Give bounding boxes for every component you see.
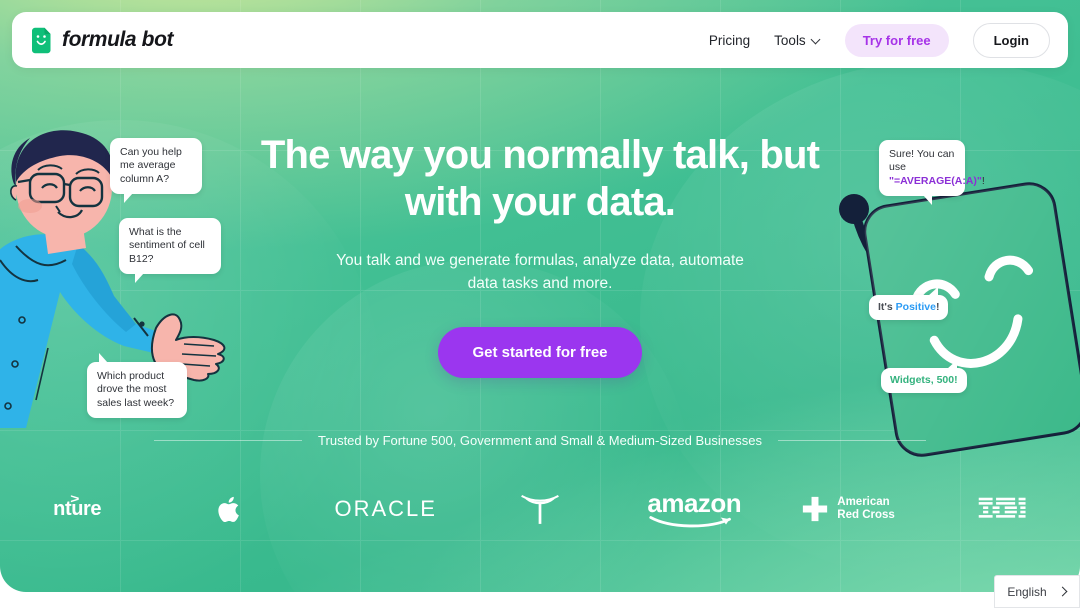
speech-bubble-answer-2: It's Positive! — [869, 287, 949, 321]
red-cross-line2: Red Cross — [837, 509, 895, 521]
hero-section: formula bot Pricing Tools Try for free L… — [0, 0, 1080, 592]
login-button[interactable]: Login — [972, 22, 1050, 58]
page-title: The way you normally talk, but with your… — [260, 133, 820, 225]
apple-logo — [154, 482, 308, 536]
bubble-text-prefix: It's — [878, 301, 896, 313]
bubble-tail — [124, 193, 133, 204]
bubble-tail — [923, 195, 932, 206]
divider-left — [154, 440, 303, 441]
accenture-logo: > nture — [0, 482, 154, 536]
top-navbar: formula bot Pricing Tools Try for free L… — [12, 12, 1068, 68]
bubble-text-prefix: Sure! You can use — [889, 148, 955, 174]
trust-banner: Trusted by Fortune 500, Government and S… — [0, 433, 1080, 448]
brand-logo[interactable]: formula bot — [30, 27, 173, 54]
bubble-text-suffix: ! — [981, 174, 985, 187]
bubble-highlight-text: Positive — [895, 301, 936, 313]
nav-link-tools-label: Tools — [774, 32, 806, 48]
language-label: English — [1007, 584, 1047, 599]
chevron-down-icon — [812, 36, 821, 45]
american-red-cross-logo: American Red Cross — [771, 482, 925, 536]
speech-bubble-answer-3: Widgets, 500! — [881, 360, 967, 394]
nav-menu-tools[interactable]: Tools — [774, 33, 821, 48]
divider-right — [777, 440, 926, 441]
nav-link-pricing[interactable]: Pricing — [709, 33, 750, 48]
brand-name: formula bot — [62, 28, 174, 51]
try-for-free-button[interactable]: Try for free — [844, 23, 949, 57]
oracle-wordmark: ORACLE — [334, 496, 437, 521]
speech-bubble-question-2: What is the sentiment of cell B12? — [119, 218, 221, 284]
language-selector[interactable]: English — [994, 575, 1080, 608]
amazon-logo: amazon — [617, 482, 771, 536]
hero-subtitle: You talk and we generate formulas, analy… — [336, 252, 744, 292]
bubble-tail — [946, 360, 957, 369]
bubble-formula-text: "=AVERAGE(A:A)" — [889, 174, 982, 187]
amazon-wordmark: amazon — [647, 488, 742, 518]
trust-text: Trusted by Fortune 500, Government and S… — [318, 433, 762, 448]
ibm-logo — [926, 482, 1080, 536]
bubble-tail — [99, 353, 108, 363]
sheet-smiley-logo-icon — [30, 27, 52, 54]
bubble-text: Can you help me average column A? — [120, 146, 182, 185]
bubble-text-suffix: ! — [935, 301, 940, 313]
tesla-logo — [463, 482, 617, 536]
oracle-logo: ORACLE — [309, 482, 463, 536]
bubble-text: Widgets, 500! — [890, 374, 958, 386]
bubble-text: What is the sentiment of cell B12? — [129, 226, 205, 265]
chevron-right-icon — [1059, 588, 1067, 596]
speech-bubble-answer-1: Sure! You can use "=AVERAGE(A:A)"! — [879, 140, 985, 206]
speech-bubble-question-3: Which product drove the most sales last … — [87, 353, 187, 419]
get-started-button[interactable]: Get started for free — [438, 327, 642, 379]
red-cross-line1: American — [837, 496, 890, 509]
accenture-caret-icon: > — [70, 490, 80, 506]
speech-bubble-question-1: Can you help me average column A? — [110, 138, 202, 204]
customer-logo-strip: > nture ORACLE amazon American Red Cross — [0, 482, 1080, 536]
landing-page: formula bot Pricing Tools Try for free L… — [0, 0, 1080, 608]
nav-links: Pricing Tools Try for free Login — [709, 22, 1050, 58]
bubble-text: Which product drove the most sales last … — [97, 370, 175, 409]
bubble-tail — [928, 287, 939, 296]
red-cross-icon — [803, 496, 828, 522]
bubble-tail — [135, 273, 144, 284]
